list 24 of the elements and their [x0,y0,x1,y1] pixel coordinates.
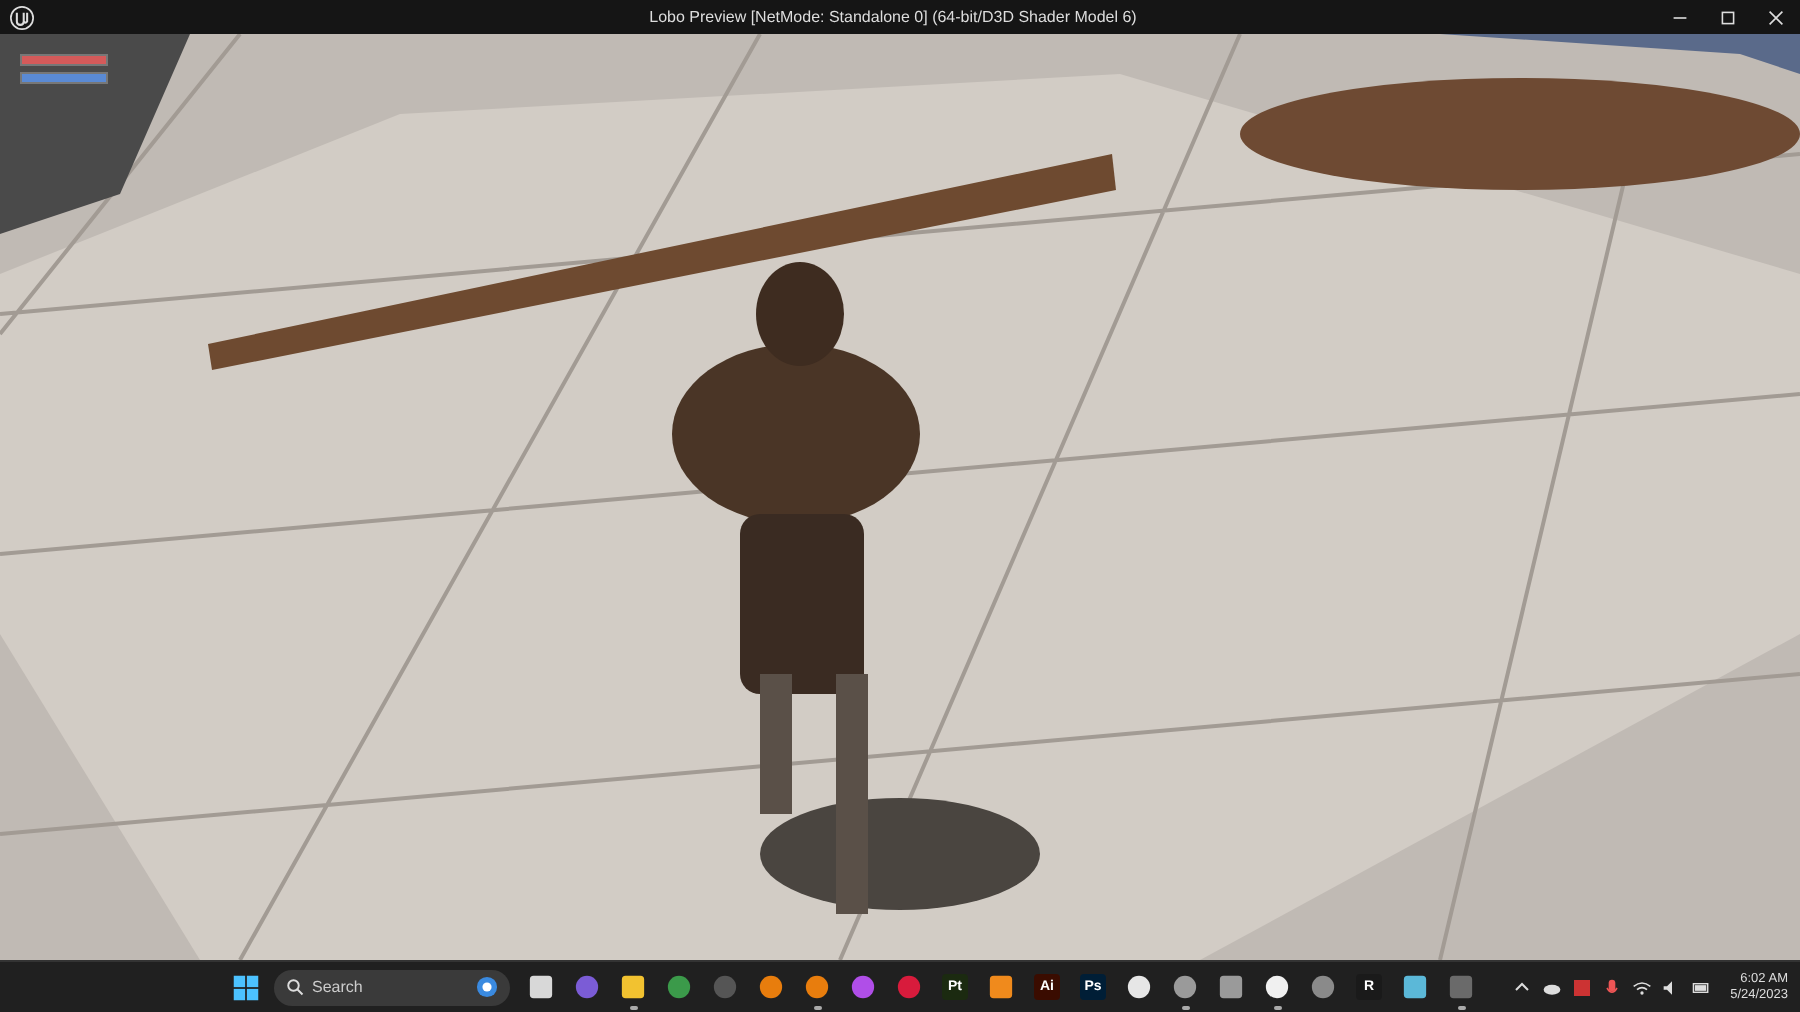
search-field[interactable]: Search [274,969,510,1005]
circle-app-icon[interactable] [758,974,784,1000]
search-icon [286,978,304,996]
square-app-icon[interactable] [1218,974,1244,1000]
microphone-icon[interactable] [1602,977,1623,997]
logo-icon [10,5,34,29]
square-icon[interactable] [1572,977,1593,997]
maximize-icon[interactable] [1720,9,1736,25]
battery-icon[interactable] [1692,977,1713,997]
square-app-icon[interactable] [528,974,554,1000]
square-app-icon[interactable] [988,974,1014,1000]
circle-icon[interactable] [476,976,498,998]
square-app-icon[interactable] [1402,974,1428,1000]
window-title: Lobo Preview [NetMode: Standalone 0] (64-bit/D3D Shader Model 6) [647,8,1139,26]
wifi-icon[interactable] [1632,977,1653,997]
square-app-icon[interactable] [620,974,646,1000]
circle-app-icon[interactable] [804,974,830,1000]
circle-app-icon[interactable] [1172,974,1198,1000]
stamina-bar [20,72,108,84]
close-icon[interactable] [1768,9,1784,25]
health-bar [20,54,108,66]
circle-app-icon[interactable] [1264,974,1290,1000]
circle-app-icon[interactable] [1126,974,1152,1000]
windows-icon[interactable] [232,973,260,1001]
